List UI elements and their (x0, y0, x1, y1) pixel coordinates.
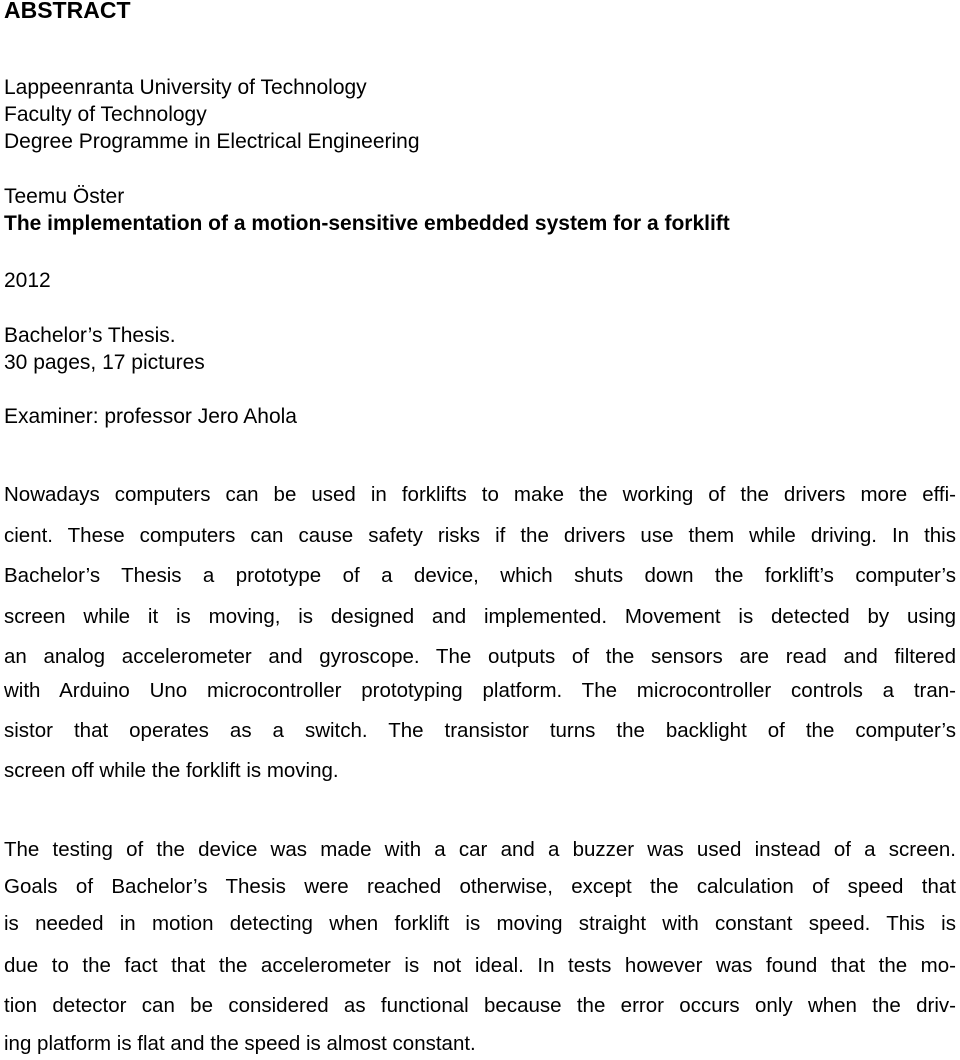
paragraph-line: with Arduino Uno microcontroller prototy… (4, 679, 956, 702)
paragraph-line: ing platform is flat and the speed is al… (4, 1032, 476, 1055)
author-name: Teemu Öster (4, 185, 125, 208)
paragraph-line: screen while it is moving, is designed a… (4, 605, 956, 628)
paragraph-line: is needed in motion detecting when forkl… (4, 912, 956, 935)
degree-programme: Degree Programme in Electrical Engineeri… (4, 130, 420, 153)
paragraph-line: sistor that operates as a switch. The tr… (4, 719, 956, 742)
paragraph-line: tion detector can be considered as funct… (4, 994, 956, 1017)
faculty-name: Faculty of Technology (4, 103, 207, 126)
year: 2012 (4, 269, 51, 292)
paragraph-line: The testing of the device was made with … (4, 838, 956, 861)
thesis-extent: 30 pages, 17 pictures (4, 351, 205, 374)
thesis-title: The implementation of a motion-sensitive… (4, 212, 730, 235)
thesis-type: Bachelor’s Thesis. (4, 324, 176, 347)
paragraph-line: Bachelor’s Thesis a prototype of a devic… (4, 564, 956, 587)
university-name: Lappeenranta University of Technology (4, 76, 367, 99)
paragraph-line: screen off while the forklift is moving. (4, 759, 339, 782)
paragraph-line: an analog accelerometer and gyroscope. T… (4, 645, 956, 668)
paragraph-line: due to the fact that the accelerometer i… (4, 954, 956, 977)
examiner: Examiner: professor Jero Ahola (4, 405, 297, 428)
paragraph-line: Goals of Bachelor’s Thesis were reached … (4, 875, 956, 898)
paragraph-line: cient. These computers can cause safety … (4, 524, 956, 547)
paragraph-line: Nowadays computers can be used in forkli… (4, 483, 956, 506)
page-heading: ABSTRACT (4, 0, 131, 23)
